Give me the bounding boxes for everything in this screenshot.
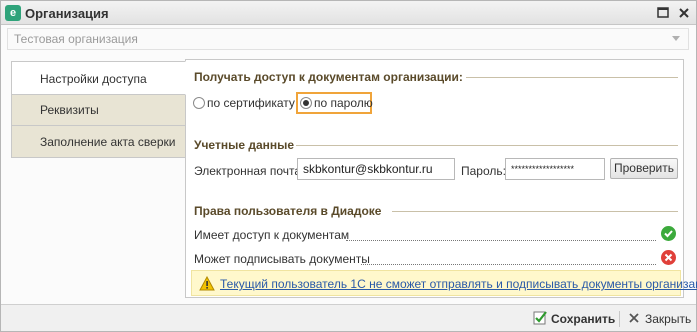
organization-select[interactable]: Тестовая организация <box>7 28 689 50</box>
close-icon <box>629 313 639 323</box>
title-bar: e Организация <box>1 1 696 25</box>
save-button-label: Сохранить <box>551 312 616 326</box>
email-field[interactable]: skbkontur@skbkontur.ru <box>297 158 455 180</box>
check-icon <box>661 226 676 241</box>
permission-sign-leader <box>361 264 656 265</box>
email-label: Электронная почта: <box>194 164 305 178</box>
save-button[interactable]: Сохранить <box>533 310 616 328</box>
password-label: Пароль: <box>461 164 506 178</box>
close-window-button[interactable] <box>676 5 692 21</box>
close-button[interactable]: Закрыть <box>627 310 692 328</box>
tab-requisites[interactable]: Реквизиты <box>11 94 186 126</box>
credentials-section-divider <box>296 145 678 146</box>
tab-access-settings-label: Настройки доступа <box>40 72 147 86</box>
close-icon <box>679 8 689 18</box>
warning-banner: Текущий пользователь 1С не сможет отправ… <box>191 270 697 296</box>
access-settings-panel: Получать доступ к документам организации… <box>185 59 697 298</box>
radio-password[interactable] <box>300 97 312 109</box>
organization-window: e Организация Тестовая организация Настр… <box>0 0 697 332</box>
permission-sign-label: Может подписывать документы <box>194 252 370 266</box>
bottom-toolbar: Сохранить Закрыть <box>1 304 696 331</box>
access-section-title: Получать доступ к документам организации… <box>194 70 463 84</box>
maximize-icon <box>657 7 669 18</box>
radio-certificate[interactable] <box>193 97 205 109</box>
password-field[interactable]: ****************** <box>505 158 605 180</box>
tab-reconciliation-act[interactable]: Заполнение акта сверки <box>11 125 186 158</box>
check-button[interactable]: Проверить <box>610 158 678 179</box>
rights-section-title: Права пользователя в Диадоке <box>194 204 382 218</box>
maximize-button[interactable] <box>655 5 671 21</box>
chevron-down-icon <box>672 36 680 41</box>
warning-icon <box>199 276 215 291</box>
radio-certificate-label[interactable]: по сертификату <box>207 96 295 110</box>
rights-section-divider <box>392 211 678 212</box>
save-icon <box>533 311 547 325</box>
warning-link[interactable]: Текущий пользователь 1С не сможет отправ… <box>220 277 697 291</box>
credentials-section-title: Учетные данные <box>194 138 295 152</box>
radio-password-label[interactable]: по паролю <box>314 96 373 110</box>
close-button-label: Закрыть <box>645 312 692 326</box>
cross-icon <box>661 250 676 265</box>
organization-select-value: Тестовая организация <box>14 32 138 46</box>
permission-access-leader <box>346 240 656 241</box>
app-icon: e <box>5 5 21 21</box>
tab-requisites-label: Реквизиты <box>40 103 99 117</box>
access-section-divider <box>466 77 678 78</box>
permission-access-label: Имеет доступ к документам <box>194 228 350 242</box>
toolbar-separator <box>619 311 620 327</box>
window-title: Организация <box>25 6 109 21</box>
tab-reconciliation-act-label: Заполнение акта сверки <box>40 135 176 149</box>
tab-access-settings[interactable]: Настройки доступа <box>11 61 186 95</box>
